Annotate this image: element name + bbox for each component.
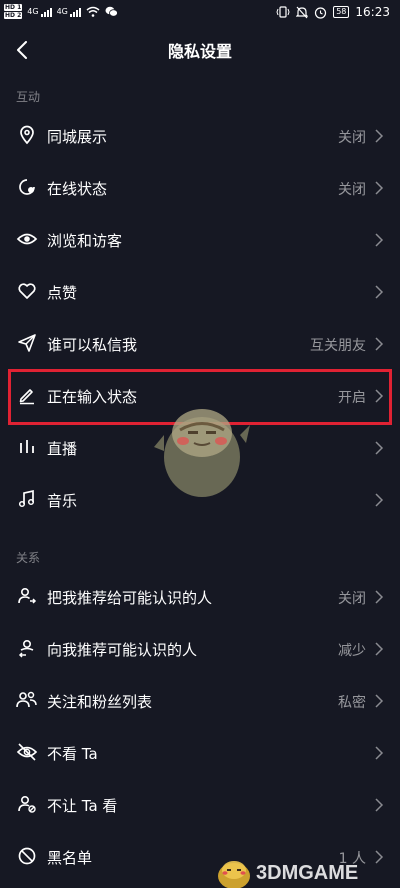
row-label: 向我推荐可能认识的人: [47, 641, 198, 659]
section-header-interaction: 互动: [16, 90, 41, 104]
row-dont-see-ta[interactable]: 不看 Ta: [0, 727, 400, 779]
signal-icon-2: [69, 7, 81, 17]
row-label: 浏览和访客: [47, 232, 123, 250]
music-note-icon: [16, 488, 38, 510]
row-label: 黑名单: [47, 849, 93, 867]
signal-icon: [40, 7, 52, 17]
row-who-can-message[interactable]: 谁可以私信我 互关朋友: [0, 318, 400, 370]
row-value: 关闭: [338, 182, 366, 198]
battery-level: 58: [336, 7, 347, 16]
title-bar: 隐私设置: [0, 28, 400, 68]
row-dont-let-ta-see[interactable]: 不让 Ta 看: [0, 779, 400, 831]
hd-badges: HD 1 HD 2: [4, 4, 23, 19]
send-icon: [16, 332, 38, 354]
eye-icon: [16, 228, 38, 250]
status-right: 58 16:23: [276, 5, 390, 19]
recommend-to-me-icon: [16, 637, 38, 659]
live-bars-icon: [16, 436, 38, 458]
row-value: 关闭: [338, 130, 366, 146]
row-label: 正在输入状态: [47, 388, 138, 406]
row-label: 不让 Ta 看: [47, 797, 118, 815]
status-time: 16:23: [355, 5, 390, 19]
page-title: 隐私设置: [167, 42, 232, 61]
users-icon: [16, 689, 38, 711]
chevron-right-icon: [375, 337, 384, 351]
row-label: 把我推荐给可能认识的人: [47, 589, 213, 607]
row-live[interactable]: 直播: [0, 422, 400, 474]
row-label: 点赞: [47, 284, 78, 302]
row-recommend-me[interactable]: 把我推荐给可能认识的人 关闭: [0, 571, 400, 623]
status-bar: HD 1 HD 2 4G 4G 58 16:23: [0, 0, 400, 28]
status-left: HD 1 HD 2 4G 4G: [4, 4, 118, 19]
chevron-right-icon: [375, 590, 384, 604]
row-label: 同城展示: [47, 128, 108, 146]
row-typing-status[interactable]: 正在输入状态 开启: [0, 370, 400, 422]
row-value: 减少: [338, 643, 366, 659]
recommend-me-icon: [16, 585, 38, 607]
eye-off-icon: [16, 741, 38, 763]
pencil-icon: [16, 384, 38, 406]
row-label: 音乐: [47, 492, 78, 510]
block-icon: [16, 845, 38, 867]
battery-indicator: 58: [333, 6, 350, 18]
wechat-icon: [105, 6, 118, 17]
wifi-icon: [86, 6, 100, 17]
row-label: 直播: [47, 440, 78, 458]
location-pin-icon: [16, 124, 38, 146]
chevron-right-icon: [375, 642, 384, 656]
mute-bell-icon: [296, 6, 309, 18]
chevron-right-icon: [375, 493, 384, 507]
row-same-city-display[interactable]: 同城展示 关闭: [0, 110, 400, 162]
chevron-right-icon: [375, 798, 384, 812]
chevron-right-icon: [375, 746, 384, 760]
row-value: 1 人: [338, 851, 366, 867]
chevron-right-icon: [375, 285, 384, 299]
row-browse-visitors[interactable]: 浏览和访客: [0, 214, 400, 266]
user-block-icon: [16, 793, 38, 815]
network-type-2: 4G: [56, 7, 68, 16]
row-value: 关闭: [338, 591, 366, 607]
hd1-badge: HD 1: [4, 4, 23, 11]
row-label: 关注和粉丝列表: [47, 693, 153, 711]
row-label: 不看 Ta: [47, 745, 98, 763]
chevron-right-icon: [375, 441, 384, 455]
hd2-badge: HD 2: [4, 12, 23, 19]
row-label: 在线状态: [47, 180, 108, 198]
chevron-right-icon: [375, 389, 384, 403]
row-blacklist[interactable]: 黑名单 1 人: [0, 831, 400, 883]
network-type-1: 4G: [27, 7, 39, 16]
alarm-icon: [315, 6, 327, 19]
row-likes[interactable]: 点赞: [0, 266, 400, 318]
chevron-right-icon: [375, 233, 384, 247]
row-recommend-to-me[interactable]: 向我推荐可能认识的人 减少: [0, 623, 400, 675]
chevron-right-icon: [375, 694, 384, 708]
row-value: 互关朋友: [310, 338, 366, 354]
vibrate-icon: [276, 6, 290, 18]
heart-icon: [16, 280, 38, 302]
row-value: 私密: [338, 695, 366, 711]
row-follow-fans-list[interactable]: 关注和粉丝列表 私密: [0, 675, 400, 727]
online-status-icon: [16, 176, 38, 198]
row-online-status[interactable]: 在线状态 关闭: [0, 162, 400, 214]
chevron-right-icon: [375, 181, 384, 195]
chevron-right-icon: [375, 850, 384, 864]
chevron-right-icon: [375, 129, 384, 143]
row-music[interactable]: 音乐: [0, 474, 400, 526]
row-label: 谁可以私信我: [47, 336, 138, 354]
section-header-relations: 关系: [16, 551, 41, 565]
row-value: 开启: [338, 390, 366, 406]
